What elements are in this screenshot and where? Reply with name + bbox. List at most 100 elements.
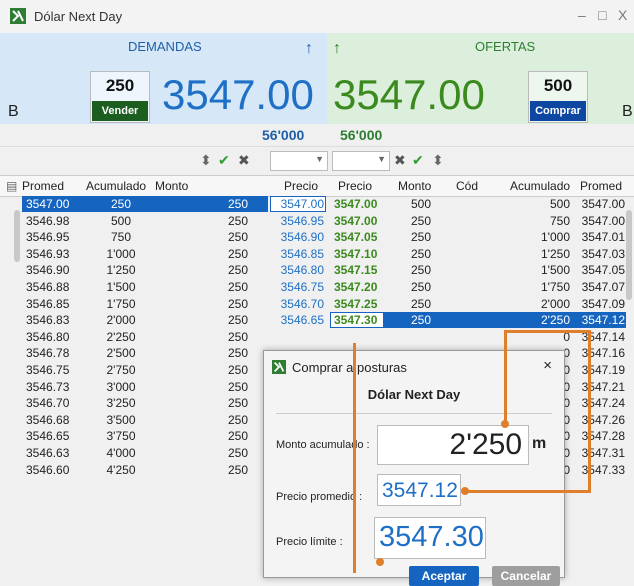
- check-icon[interactable]: ✔: [218, 152, 230, 169]
- offer-monto-cell: 250: [410, 263, 432, 278]
- demand-monto-cell: 250: [227, 363, 248, 377]
- promedio-dot: [461, 487, 469, 495]
- offer-acum-cell: 2'000: [541, 296, 570, 311]
- close-button[interactable]: X: [618, 7, 627, 23]
- left-scrollbar[interactable]: [14, 210, 20, 262]
- monto-dot: [501, 420, 509, 428]
- demand-monto-cell: 250: [227, 313, 248, 328]
- col-offer-precio[interactable]: Precio: [338, 179, 372, 193]
- offer-promed-cell: 3547.24: [581, 396, 625, 411]
- offer-promed-cell: 3547.31: [581, 446, 625, 460]
- totals-row: 56'000 56'000: [0, 124, 634, 146]
- offer-acum-cell: 500: [549, 197, 570, 211]
- sort-arrows-icon[interactable]: ⬍: [200, 152, 212, 169]
- demand-monto-cell: 250: [227, 446, 248, 460]
- offer-monto-cell: 250: [410, 246, 432, 261]
- offer-qty: 500: [543, 76, 573, 95]
- col-offer-acumulado[interactable]: Acumulado: [510, 179, 570, 193]
- offer-acum-cell: 1'250: [541, 246, 570, 261]
- offer-monto-cell: 250: [410, 280, 432, 294]
- promedio-connector: [588, 330, 591, 492]
- demand-acum-cell: 750: [110, 230, 132, 245]
- offer-precio-cell: 3547.25: [334, 296, 378, 311]
- offer-promed-cell: 3547.21: [581, 379, 625, 394]
- offer-promed-cell: 3547.09: [581, 296, 625, 311]
- col-offer-monto[interactable]: Monto: [398, 179, 431, 193]
- table-row[interactable]: 3547.00 250 250 3547.00 3547.00 500 500 3547.00: [0, 196, 634, 212]
- offer-monto-cell: 250: [410, 213, 432, 228]
- offer-promed-cell: 3547.05: [581, 263, 625, 278]
- dialog-close-icon[interactable]: ×: [543, 357, 552, 374]
- table-row[interactable]: 3546.90 1'250 250 3546.80 3547.15 250 1'500 354…: [0, 262, 634, 278]
- demand-acum-cell: 3'000: [106, 379, 136, 394]
- offer-side-label: B: [622, 103, 633, 120]
- limit-dot: [376, 558, 384, 566]
- maximize-button[interactable]: □: [598, 7, 606, 23]
- demand-acum-cell: 3'250: [106, 396, 136, 411]
- limite-label: Precio límite :: [276, 536, 343, 548]
- demand-monto-cell: 250: [227, 296, 248, 311]
- monto-connector: [504, 332, 507, 424]
- demand-precio-cell: 3547.00: [280, 197, 324, 211]
- minimize-button[interactable]: –: [578, 7, 586, 23]
- offer-promed-cell: 3547.01: [581, 230, 625, 245]
- clear-icon[interactable]: ✖: [238, 152, 250, 169]
- sell-button[interactable]: Vender: [92, 101, 148, 121]
- offer-promed-cell: 3547.12: [581, 313, 625, 328]
- demand-acum-cell: 250: [110, 197, 132, 211]
- offer-best-price: 3547.00: [333, 71, 485, 118]
- demand-best-price: 3547.00: [162, 71, 314, 118]
- table-row[interactable]: 3546.95 750 250 3546.90 3547.05 250 1'000 3547.…: [0, 229, 634, 245]
- demand-promed-cell: 3546.65: [26, 429, 70, 444]
- monto-value: 2'250: [449, 428, 522, 461]
- col-offer-cod[interactable]: Cód: [456, 179, 478, 193]
- accept-button[interactable]: Aceptar: [409, 566, 479, 586]
- col-demand-monto[interactable]: Monto: [155, 179, 188, 193]
- demand-promed-cell: 3546.80: [26, 329, 70, 344]
- promedio-value: 3547.12: [382, 479, 458, 502]
- demand-acum-cell: 500: [110, 213, 132, 228]
- demand-monto-cell: 250: [227, 462, 248, 477]
- demand-monto-cell: 250: [227, 230, 248, 245]
- table-row[interactable]: 3546.85 1'750 250 3546.70 3547.25 250 2'000 354…: [0, 296, 634, 312]
- table-row[interactable]: 3546.83 2'000 250 3546.65 3547.30 250 2'250 354…: [0, 312, 634, 329]
- offer-monto-cell: 250: [410, 296, 432, 311]
- offer-monto-cell: 250: [410, 230, 432, 245]
- offer-precio-cell: 3547.00: [334, 197, 378, 211]
- demand-precio-cell: 3546.90: [280, 230, 324, 245]
- window-title: Dólar Next Day: [34, 9, 123, 24]
- ofertas-panel: ↑ OFERTAS 3547.00 500 Comprar B: [327, 33, 634, 124]
- monto-field[interactable]: 2'250: [377, 425, 529, 465]
- monto-unit: m: [532, 435, 547, 452]
- check-icon[interactable]: ✔: [412, 152, 424, 169]
- col-demand-precio[interactable]: Precio: [284, 179, 318, 193]
- columns-icon[interactable]: ▤: [6, 179, 17, 193]
- demand-monto-cell: 250: [227, 412, 248, 427]
- demand-precio-cell: 3546.95: [280, 213, 324, 228]
- sort-arrows-icon[interactable]: ⬍: [432, 152, 444, 169]
- promedio-field: 3547.12: [377, 474, 461, 506]
- col-demand-promed[interactable]: Promed: [22, 179, 64, 193]
- table-row[interactable]: 3546.93 1'000 250 3546.85 3547.10 250 1'250 354…: [0, 246, 634, 262]
- offer-filter-select[interactable]: ▼: [332, 151, 390, 171]
- right-scrollbar[interactable]: [626, 210, 632, 300]
- buy-button[interactable]: Comprar: [530, 101, 586, 121]
- offer-promed-cell: 3547.28: [581, 429, 625, 444]
- offer-acum-cell: 1'750: [541, 280, 570, 294]
- col-demand-acumulado[interactable]: Acumulado: [86, 179, 146, 193]
- up-arrow-icon: ↑: [305, 40, 313, 57]
- col-offer-promed[interactable]: Promed: [580, 179, 622, 193]
- limite-field[interactable]: 3547.30: [374, 517, 486, 559]
- clear-icon[interactable]: ✖: [394, 152, 406, 169]
- table-row[interactable]: 3546.88 1'500 250 3546.75 3547.20 250 1'750 354…: [0, 279, 634, 295]
- demand-promed-cell: 3546.98: [26, 213, 70, 228]
- demand-side-label: B: [8, 103, 19, 120]
- offer-promed-cell: 3547.26: [581, 412, 625, 427]
- offer-acum-cell: 1'500: [541, 263, 570, 278]
- cancel-button[interactable]: Cancelar: [492, 566, 560, 586]
- table-row[interactable]: 3546.98 500 250 3546.95 3547.00 250 750 3547.00: [0, 213, 634, 229]
- monto-connector-h: [504, 330, 589, 333]
- demand-promed-cell: 3546.75: [26, 363, 70, 377]
- demand-filter-select[interactable]: ▼: [270, 151, 328, 171]
- demand-promed-cell: 3547.00: [26, 197, 70, 211]
